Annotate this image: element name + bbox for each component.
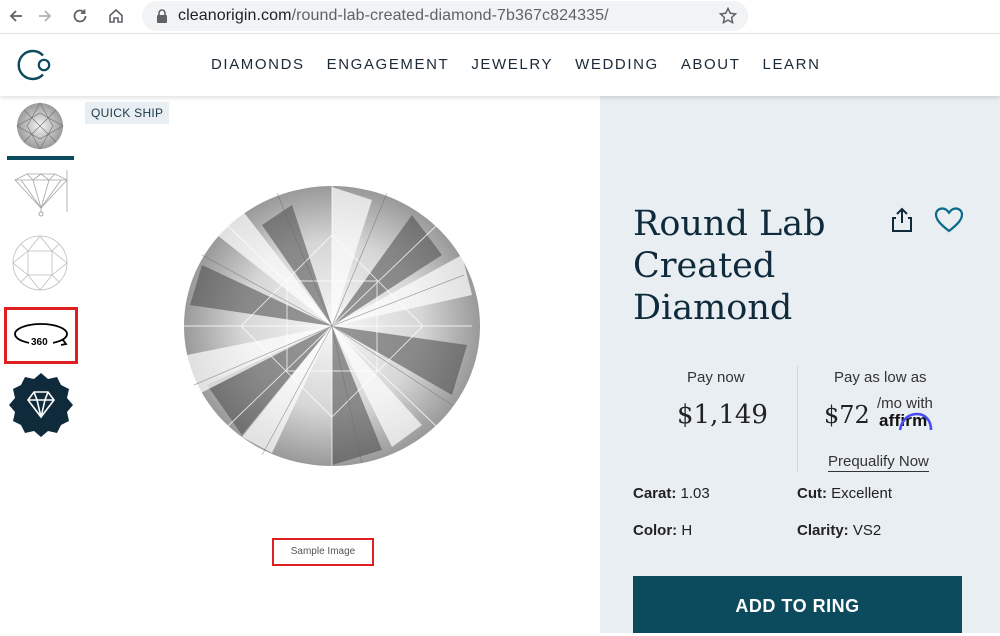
lock-icon — [157, 9, 167, 23]
view-360-label: 360 — [31, 337, 48, 348]
spec-cut-label: Cut: — [797, 485, 827, 502]
thumbnail-diamond-badge[interactable] — [8, 372, 74, 438]
spec-color-label: Color: — [633, 522, 678, 539]
spec-carat-value: 1.03 — [680, 485, 710, 502]
thumbnail-diamond-profile[interactable] — [7, 168, 74, 222]
nav-jewelry[interactable]: JEWELRY — [471, 56, 553, 73]
nav-diamonds[interactable]: DIAMONDS — [211, 56, 305, 73]
pay-now-label: Pay now — [687, 369, 745, 386]
spec-cut-value: Excellent — [831, 485, 893, 502]
quick-ship-badge: QUICK SHIP — [85, 102, 170, 124]
affirm-arc-icon — [898, 412, 933, 431]
spec-color-value: H — [681, 522, 693, 539]
spec-cut: Cut: Excellent — [797, 485, 892, 502]
spec-carat: Carat: 1.03 — [633, 485, 710, 502]
monthly-price: $72 — [824, 401, 870, 429]
url-path: /round-lab-created-diamond-7b367c824335/ — [291, 7, 609, 24]
spec-clarity: Clarity: VS2 — [797, 522, 881, 539]
site-header: DIAMONDS ENGAGEMENT JEWELRY WEDDING ABOU… — [0, 34, 1000, 96]
bookmark-star-icon[interactable] — [718, 6, 738, 26]
product-details-panel: Round Lab Created Diamond Pay now $1,149… — [600, 96, 1000, 633]
spec-carat-label: Carat: — [633, 485, 677, 502]
browser-toolbar: cleanorigin.com/round-lab-created-diamon… — [0, 0, 1000, 34]
spec-clarity-label: Clarity: — [797, 522, 849, 539]
address-bar[interactable]: cleanorigin.com/round-lab-created-diamon… — [142, 1, 748, 31]
nav-about[interactable]: ABOUT — [681, 56, 741, 73]
heart-icon[interactable] — [934, 206, 964, 234]
reload-icon[interactable] — [68, 4, 92, 28]
nav-learn[interactable]: LEARN — [763, 56, 821, 73]
product-title: Round Lab Created Diamond — [633, 204, 826, 328]
forward-icon[interactable] — [33, 4, 57, 28]
thumbnail-diamond-top[interactable] — [7, 96, 74, 160]
diamond-product-image — [184, 186, 480, 466]
nav-engagement[interactable]: ENGAGEMENT — [327, 56, 450, 73]
pay-now-price: $1,149 — [677, 400, 768, 430]
view-360-button[interactable]: 360 — [4, 307, 78, 364]
nav-wedding[interactable]: WEDDING — [575, 56, 659, 73]
spec-clarity-value: VS2 — [852, 522, 882, 539]
home-icon[interactable] — [104, 4, 128, 28]
back-icon[interactable] — [4, 4, 28, 28]
spec-color: Color: H — [633, 522, 692, 539]
divider — [797, 366, 798, 472]
pay-as-low-label: Pay as low as — [834, 369, 927, 386]
clean-origin-logo[interactable] — [17, 47, 55, 83]
thumbnail-diamond-facets[interactable] — [7, 232, 74, 294]
url-text: cleanorigin.com/round-lab-created-diamon… — [178, 7, 609, 25]
main-nav: DIAMONDS ENGAGEMENT JEWELRY WEDDING ABOU… — [211, 56, 843, 73]
share-icon[interactable] — [889, 206, 915, 234]
sample-image-label: Sample Image — [272, 538, 374, 566]
url-domain: cleanorigin.com — [178, 7, 292, 24]
prequalify-link[interactable]: Prequalify Now — [828, 453, 929, 472]
add-to-ring-button[interactable]: ADD TO RING — [633, 576, 962, 633]
